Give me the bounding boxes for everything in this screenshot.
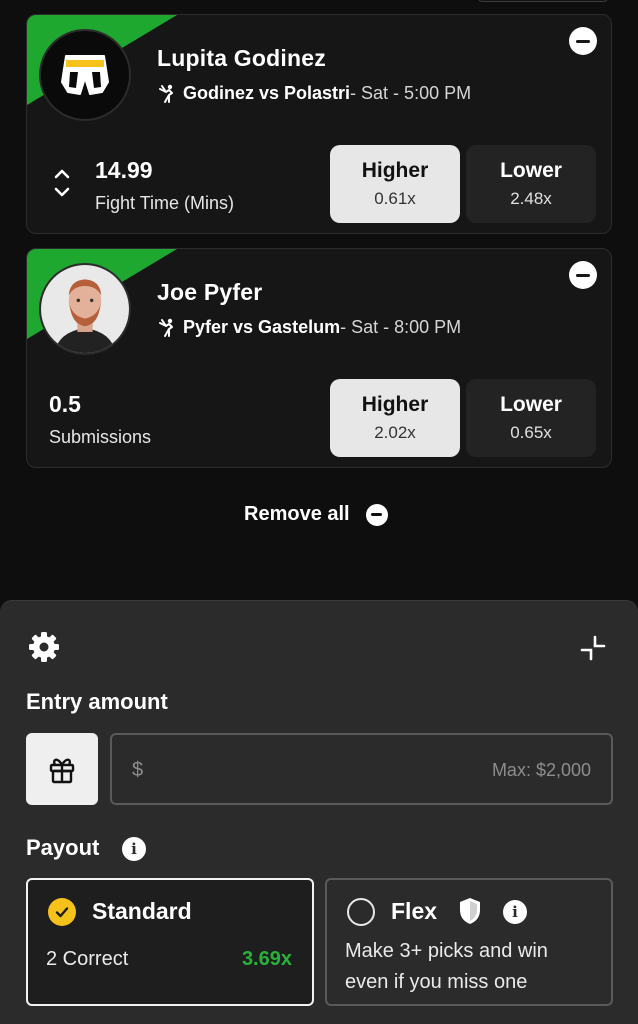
payout-option-standard[interactable]: Standard 2 Correct 3.69x bbox=[26, 878, 314, 1006]
higher-label: Higher bbox=[361, 393, 429, 416]
entry-sheet: Entry amount $ Max: $2,000 Payout i Stan… bbox=[0, 600, 638, 1024]
lower-multiplier: 0.65x bbox=[510, 423, 552, 442]
player-name: Lupita Godinez bbox=[157, 45, 326, 71]
higher-button[interactable]: Higher 2.02x bbox=[330, 379, 460, 457]
gear-icon[interactable] bbox=[26, 629, 62, 665]
payout-label: Payout bbox=[26, 835, 100, 860]
stat-label: Submissions bbox=[49, 427, 152, 447]
pick-card-godinez: Lupita Godinez Godinez vs Polastri - Sat… bbox=[26, 14, 612, 234]
standard-multiplier: 3.69x bbox=[241, 948, 292, 970]
avatar bbox=[39, 29, 131, 121]
lower-label: Lower bbox=[500, 393, 562, 416]
player-headshot bbox=[41, 265, 129, 353]
max-hint: Max: $2,000 bbox=[491, 760, 591, 780]
entry-amount-label: Entry amount bbox=[26, 689, 168, 714]
payout-option-flex[interactable]: Flex i Make 3+ picks and win even if you… bbox=[325, 878, 613, 1006]
higher-label: Higher bbox=[361, 159, 429, 182]
info-icon[interactable]: i bbox=[122, 837, 146, 861]
currency-symbol: $ bbox=[132, 759, 144, 781]
lower-button[interactable]: Lower 2.48x bbox=[466, 145, 596, 223]
remove-all-button[interactable]: Remove all bbox=[244, 503, 388, 526]
higher-multiplier: 2.02x bbox=[374, 423, 416, 442]
remove-all-label: Remove all bbox=[244, 503, 350, 525]
minus-circle-icon bbox=[365, 503, 388, 526]
matchup-schedule: - Sat - 8:00 PM bbox=[340, 317, 462, 337]
avatar bbox=[39, 263, 131, 355]
flex-title: Flex bbox=[391, 898, 438, 924]
fight-shorts-icon bbox=[61, 55, 109, 95]
gift-icon bbox=[49, 758, 75, 784]
gift-button[interactable] bbox=[26, 733, 98, 805]
standard-title: Standard bbox=[92, 898, 192, 924]
matchup-schedule: - Sat - 5:00 PM bbox=[350, 83, 472, 103]
remove-pick-button[interactable] bbox=[569, 27, 597, 55]
top-pill bbox=[478, 0, 608, 2]
pick-card-pyfer: Joe Pyfer Pyfer vs Gastelum - Sat - 8:00… bbox=[26, 248, 612, 468]
higher-button[interactable]: Higher 0.61x bbox=[330, 145, 460, 223]
remove-pick-button[interactable] bbox=[569, 261, 597, 289]
matchup-teams: Pyfer vs Gastelum bbox=[183, 317, 341, 337]
flex-description: Make 3+ picks and win even if you miss o… bbox=[345, 940, 548, 993]
stat-label: Fight Time (Mins) bbox=[95, 193, 235, 213]
matchup-line: Pyfer vs Gastelum - Sat - 8:00 PM bbox=[157, 317, 461, 338]
stat-value: 14.99 bbox=[95, 157, 153, 183]
check-icon bbox=[48, 898, 76, 926]
matchup-teams: Godinez vs Polastri bbox=[183, 83, 351, 103]
player-name: Joe Pyfer bbox=[157, 279, 263, 305]
higher-multiplier: 0.61x bbox=[374, 189, 416, 208]
fighter-icon bbox=[159, 84, 173, 103]
matchup-line: Godinez vs Polastri - Sat - 5:00 PM bbox=[157, 83, 471, 104]
collapse-icon[interactable] bbox=[578, 633, 608, 663]
info-icon[interactable]: i bbox=[503, 900, 527, 924]
radio-icon bbox=[347, 898, 375, 926]
fighter-icon bbox=[159, 318, 173, 337]
entry-amount-input[interactable]: $ Max: $2,000 bbox=[110, 733, 613, 805]
lower-multiplier: 2.48x bbox=[510, 189, 552, 208]
lower-label: Lower bbox=[500, 159, 562, 182]
shield-icon bbox=[460, 898, 480, 924]
standard-correct: 2 Correct bbox=[46, 948, 129, 970]
lower-button[interactable]: Lower 0.65x bbox=[466, 379, 596, 457]
stat-value: 0.5 bbox=[49, 391, 81, 417]
stat-toggle-icon[interactable] bbox=[51, 165, 73, 201]
